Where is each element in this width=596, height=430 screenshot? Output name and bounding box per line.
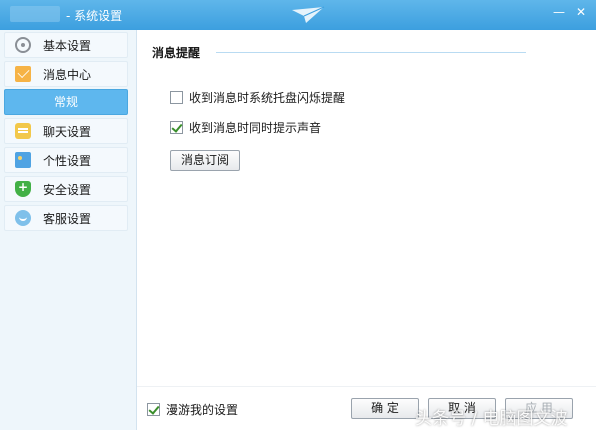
sidebar-item-security[interactable]: 安全设置 (4, 176, 128, 202)
mail-icon (15, 66, 31, 82)
sidebar-item-label: 客服设置 (43, 211, 92, 226)
watermark: 头条号 / 电脑图文波 (415, 409, 568, 429)
sidebar-item-label: 个性设置 (43, 153, 92, 168)
tray-flash-label: 收到消息时系统托盘闪烁提醒 (189, 91, 346, 105)
tray-flash-checkbox[interactable] (170, 91, 183, 104)
sidebar-subitem-general[interactable]: 常规 (4, 89, 128, 115)
option-sound[interactable]: 收到消息时同时提示声音 (170, 119, 321, 136)
ok-button[interactable]: 确 定 (351, 398, 419, 419)
sidebar-item-label: 基本设置 (43, 38, 92, 53)
app-logo (10, 6, 60, 22)
option-tray-flash[interactable]: 收到消息时系统托盘闪烁提醒 (170, 89, 345, 106)
shield-icon (15, 180, 31, 197)
roam-label: 漫游我的设置 (166, 403, 239, 417)
sidebar-item-service[interactable]: 客服设置 (4, 205, 128, 231)
chat-icon (15, 123, 31, 139)
sidebar-item-label: 聊天设置 (43, 124, 92, 139)
sidebar: 基本设置 消息中心 常规 聊天设置 个性设置 安全设置 客服设置 (0, 30, 137, 430)
personalize-icon (15, 152, 31, 168)
section-divider (216, 52, 526, 53)
section-title: 消息提醒 (152, 46, 201, 60)
roam-checkbox[interactable] (147, 403, 160, 416)
minimize-button[interactable]: — (550, 4, 568, 20)
sidebar-item-label: 安全设置 (43, 182, 92, 197)
subscribe-button[interactable]: 消息订阅 (170, 150, 240, 171)
title-bar: - 系统设置 — ✕ (0, 0, 596, 30)
sidebar-item-personalize[interactable]: 个性设置 (4, 147, 128, 173)
window-title: - 系统设置 (66, 9, 123, 23)
roam-settings-option[interactable]: 漫游我的设置 (147, 401, 238, 418)
paper-plane-icon (292, 6, 325, 23)
sound-label: 收到消息时同时提示声音 (189, 121, 322, 135)
sidebar-item-label: 消息中心 (43, 67, 92, 82)
service-icon (15, 210, 31, 226)
gear-icon (15, 37, 31, 53)
sidebar-item-chat[interactable]: 聊天设置 (4, 118, 128, 144)
close-button[interactable]: ✕ (572, 4, 590, 20)
sidebar-item-basic[interactable]: 基本设置 (4, 32, 128, 58)
sound-checkbox[interactable] (170, 121, 183, 134)
sidebar-item-message-center[interactable]: 消息中心 (4, 61, 128, 87)
